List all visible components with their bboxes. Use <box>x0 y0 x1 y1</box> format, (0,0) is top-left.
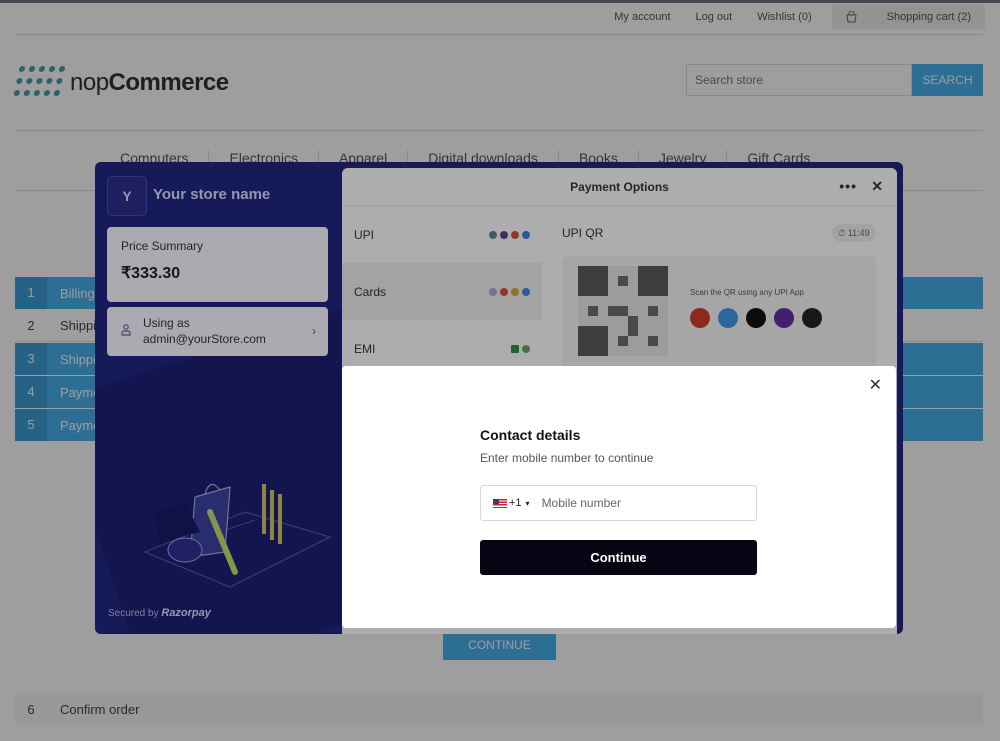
mobile-number-input[interactable] <box>541 496 722 510</box>
country-code: +1 <box>509 497 522 509</box>
continue-button[interactable]: Continue <box>480 540 757 575</box>
country-code-select[interactable]: +1 ▾ <box>481 497 530 509</box>
modal-title: Contact details <box>480 427 581 443</box>
contact-details-modal: ✕ Contact details Enter mobile number to… <box>342 366 896 628</box>
us-flag-icon <box>493 498 507 508</box>
chevron-down-icon: ▾ <box>525 498 530 508</box>
modal-subtitle: Enter mobile number to continue <box>480 451 654 465</box>
close-icon[interactable]: ✕ <box>869 375 882 395</box>
phone-field: +1 ▾ <box>480 485 757 521</box>
